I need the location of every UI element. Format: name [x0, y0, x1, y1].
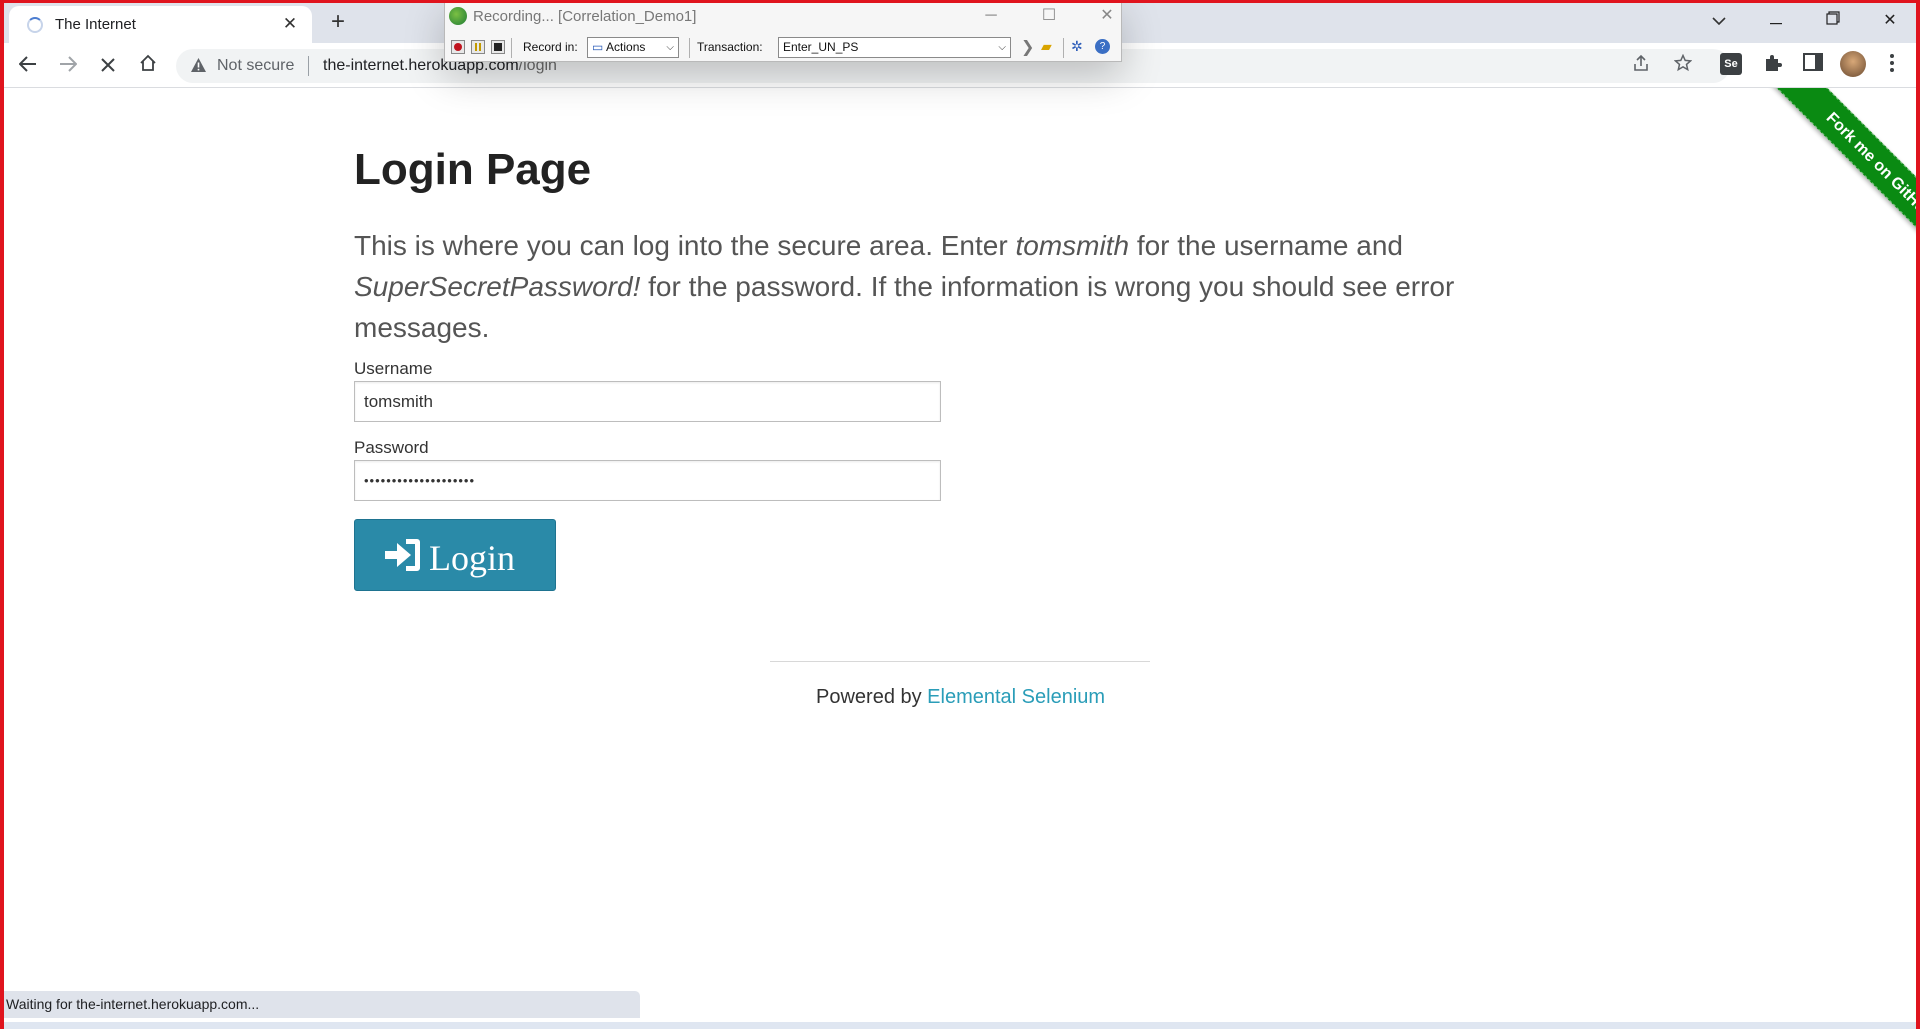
elemental-selenium-link[interactable]: Elemental Selenium: [927, 686, 1105, 708]
record-icon[interactable]: [451, 40, 465, 54]
taskbar-edge: [0, 1022, 1920, 1029]
bookmark-star-icon[interactable]: [1671, 53, 1695, 78]
password-label: Password: [354, 438, 429, 457]
footer-text: Powered by Elemental Selenium: [816, 686, 1106, 708]
home-icon[interactable]: [134, 52, 162, 80]
recorder-close-button[interactable]: ✕: [1093, 4, 1121, 28]
login-button-label: Login: [429, 538, 515, 578]
warning-icon: [191, 58, 206, 72]
sign-in-icon: [385, 539, 420, 571]
menu-kebab-icon[interactable]: [1880, 53, 1904, 77]
divider: [1063, 38, 1064, 58]
recording-toolbar[interactable]: Recording... [Correlation_Demo1] ─ ☐ ✕ R…: [444, 0, 1122, 62]
share-icon[interactable]: [1629, 54, 1653, 78]
stop-icon[interactable]: [491, 40, 505, 54]
forward-arrow-icon[interactable]: [54, 52, 82, 80]
profile-avatar[interactable]: [1840, 51, 1866, 77]
footer-divider: [770, 661, 1150, 662]
divider: [511, 38, 512, 58]
extensions-puzzle-icon[interactable]: [1761, 53, 1785, 77]
close-tab-icon[interactable]: ✕: [279, 13, 301, 35]
record-in-select[interactable]: ▭ Actions ⌵: [587, 37, 679, 58]
restore-button[interactable]: [1813, 6, 1853, 36]
loading-spinner-icon: [27, 17, 43, 33]
record-in-value: Actions: [606, 40, 646, 54]
transaction-label: Transaction:: [697, 40, 763, 54]
folder-icon: ▭: [592, 40, 604, 54]
stop-loading-icon[interactable]: [94, 52, 122, 80]
intro-paragraph: This is where you can log into the secur…: [354, 230, 1455, 343]
recorder-logo-icon: [449, 7, 467, 25]
username-label: Username: [354, 359, 433, 378]
recording-frame: [0, 0, 1920, 1029]
tab-title: The Internet: [55, 16, 136, 33]
status-bubble: Waiting for the-internet.herokuapp.com..…: [4, 991, 640, 1018]
browser-tab[interactable]: The Internet ✕: [9, 6, 312, 43]
github-ribbon-label[interactable]: Fork me on GitHub: [1768, 88, 1920, 268]
recorder-maximize-button[interactable]: ☐: [1035, 4, 1063, 28]
back-arrow-icon[interactable]: [14, 52, 42, 80]
record-in-label: Record in:: [523, 40, 578, 54]
correlation-icon[interactable]: ✲: [1071, 38, 1083, 55]
page-title: Login Page: [354, 145, 592, 194]
divider: [308, 56, 309, 76]
security-label[interactable]: Not secure: [217, 57, 294, 75]
help-icon[interactable]: ?: [1095, 39, 1110, 54]
divider: [689, 38, 690, 58]
transaction-value: Enter_UN_PS: [783, 40, 859, 54]
username-field[interactable]: tomsmith: [354, 381, 941, 422]
recorder-title: Recording... [Correlation_Demo1]: [473, 8, 697, 25]
side-panel-icon[interactable]: [1801, 53, 1825, 77]
selenium-extension-icon[interactable]: Se: [1720, 53, 1742, 75]
recorder-controls: Record in: ▭ Actions ⌵ Transaction: Ente…: [445, 35, 1123, 61]
tab-search-chevron-icon[interactable]: [1699, 6, 1739, 36]
transaction-select[interactable]: Enter_UN_PS ⌵: [778, 37, 1011, 58]
open-folder-icon[interactable]: ▰: [1041, 38, 1052, 55]
github-ribbon[interactable]: Fork me on GitHub: [1740, 88, 1920, 268]
login-button[interactable]: Login: [354, 519, 556, 591]
chevron-down-icon: ⌵: [666, 42, 674, 53]
minimize-button[interactable]: [1756, 6, 1796, 36]
close-window-button[interactable]: ✕: [1870, 6, 1910, 36]
pause-icon[interactable]: [471, 40, 485, 54]
chevron-down-icon: ⌵: [998, 42, 1006, 53]
start-transaction-icon[interactable]: ❯: [1021, 37, 1034, 57]
password-field[interactable]: ••••••••••••••••••••: [354, 460, 941, 501]
recorder-minimize-button[interactable]: ─: [977, 4, 1005, 28]
new-tab-button[interactable]: +: [323, 8, 353, 36]
